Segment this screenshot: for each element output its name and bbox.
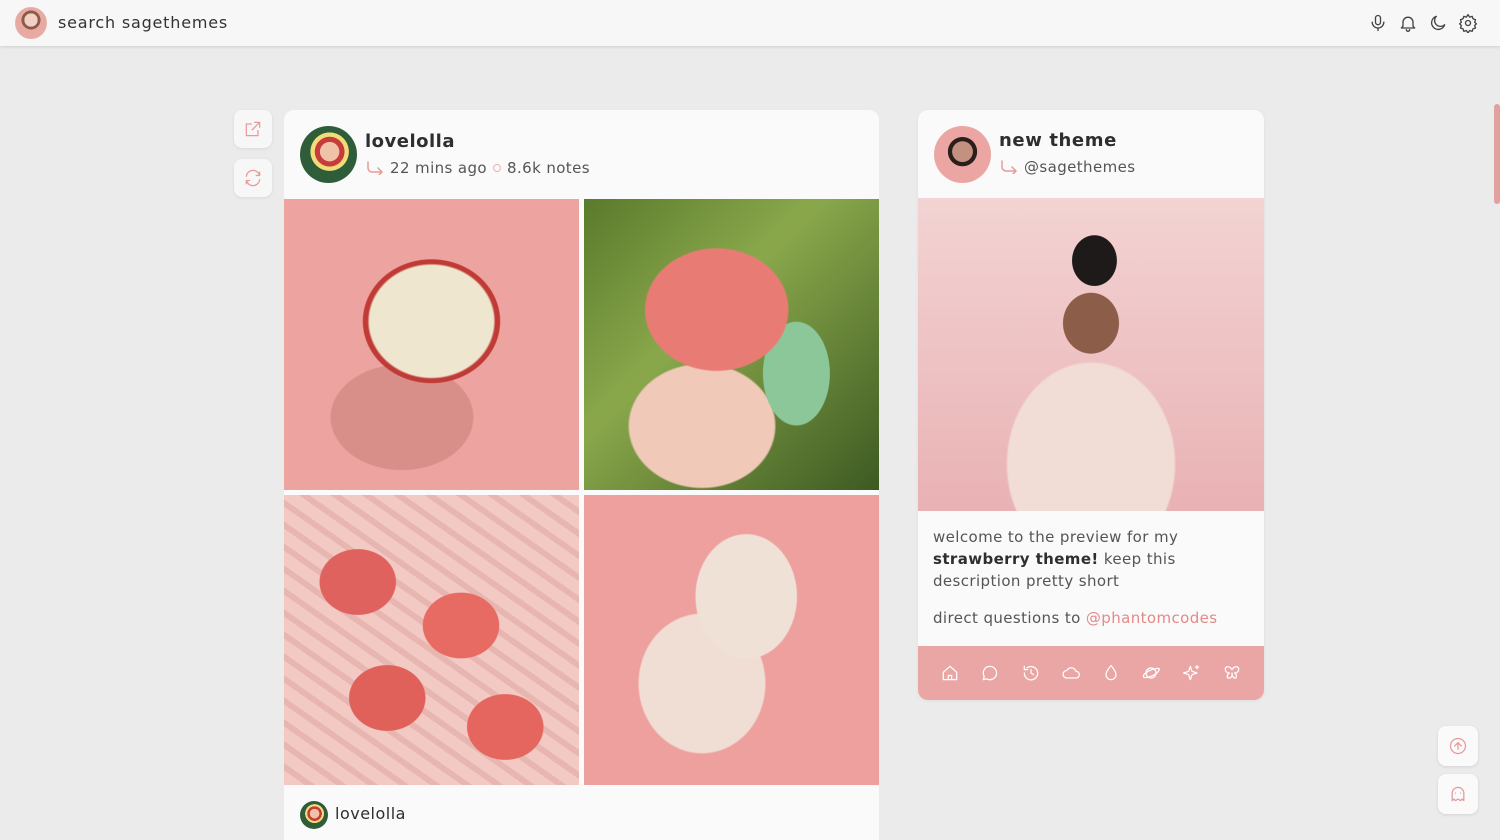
- card-handle-text[interactable]: @sagethemes: [1024, 158, 1135, 176]
- card-contact: direct questions to @phantomcodes: [933, 609, 1217, 627]
- post-time[interactable]: 22 mins ago: [390, 159, 487, 177]
- avatar[interactable]: [300, 801, 328, 829]
- separator-dot: [493, 164, 502, 172]
- card-portrait-image: [918, 198, 1264, 511]
- card-title: new theme: [999, 130, 1117, 151]
- chat-icon[interactable]: [979, 662, 1001, 684]
- bell-icon[interactable]: [1398, 12, 1418, 34]
- avatar[interactable]: [300, 126, 357, 183]
- avatar[interactable]: [15, 7, 47, 39]
- sparkle-icon[interactable]: [1181, 662, 1203, 684]
- post-notes[interactable]: 8.6k notes: [507, 159, 590, 177]
- topbar: search sagethemes: [0, 0, 1500, 46]
- post-meta: 22 mins ago 8.6k notes: [366, 159, 590, 177]
- refresh-icon: [245, 169, 261, 187]
- reblog-arrow-icon: [366, 161, 384, 177]
- scrollbar[interactable]: [1494, 104, 1500, 204]
- post: lovelolla 22 mins ago 8.6k notes lovelol…: [284, 110, 879, 840]
- avatar[interactable]: [934, 126, 991, 183]
- theme-info-card: new theme @sagethemes welcome to the pre…: [918, 110, 1264, 700]
- scroll-top-icon: [1449, 737, 1467, 755]
- desc-bold: strawberry theme!: [933, 550, 1099, 568]
- search-input[interactable]: search sagethemes: [58, 13, 228, 32]
- photoset: [284, 199, 879, 785]
- ghost-button[interactable]: [1438, 774, 1478, 814]
- reblog-arrow-icon: [1000, 160, 1018, 176]
- footer-username[interactable]: lovelolla: [335, 804, 406, 823]
- open-external-button[interactable]: [234, 110, 272, 148]
- ghost-icon: [1451, 786, 1465, 802]
- card-nav: [918, 646, 1264, 700]
- scroll-top-button[interactable]: [1438, 726, 1478, 766]
- contact-prefix: direct questions to: [933, 609, 1081, 627]
- photo-heart-mug[interactable]: [284, 199, 579, 490]
- butterfly-icon[interactable]: [1221, 662, 1243, 684]
- photo-tulip-cups-crate[interactable]: [284, 495, 579, 785]
- contact-link[interactable]: @phantomcodes: [1086, 609, 1218, 627]
- gear-icon[interactable]: [1458, 12, 1478, 34]
- photo-tulip-cup[interactable]: [584, 199, 879, 490]
- photo-strawberry-mugs[interactable]: [584, 495, 879, 785]
- post-footer: lovelolla: [284, 799, 879, 839]
- cloud-icon[interactable]: [1060, 662, 1082, 684]
- history-icon[interactable]: [1020, 662, 1042, 684]
- card-description: welcome to the preview for my strawberry…: [933, 526, 1253, 592]
- moon-icon[interactable]: [1428, 12, 1448, 34]
- card-handle: @sagethemes: [1000, 158, 1135, 176]
- planet-icon[interactable]: [1140, 662, 1162, 684]
- home-icon[interactable]: [939, 662, 961, 684]
- post-header: lovelolla 22 mins ago 8.6k notes: [284, 110, 879, 199]
- topbar-actions: [1368, 12, 1478, 34]
- external-link-icon: [245, 121, 261, 137]
- drop-icon[interactable]: [1100, 662, 1122, 684]
- post-username[interactable]: lovelolla: [365, 131, 455, 152]
- microphone-icon[interactable]: [1368, 12, 1388, 34]
- desc-prefix: welcome to the preview for my: [933, 528, 1179, 546]
- reblog-refresh-button[interactable]: [234, 159, 272, 197]
